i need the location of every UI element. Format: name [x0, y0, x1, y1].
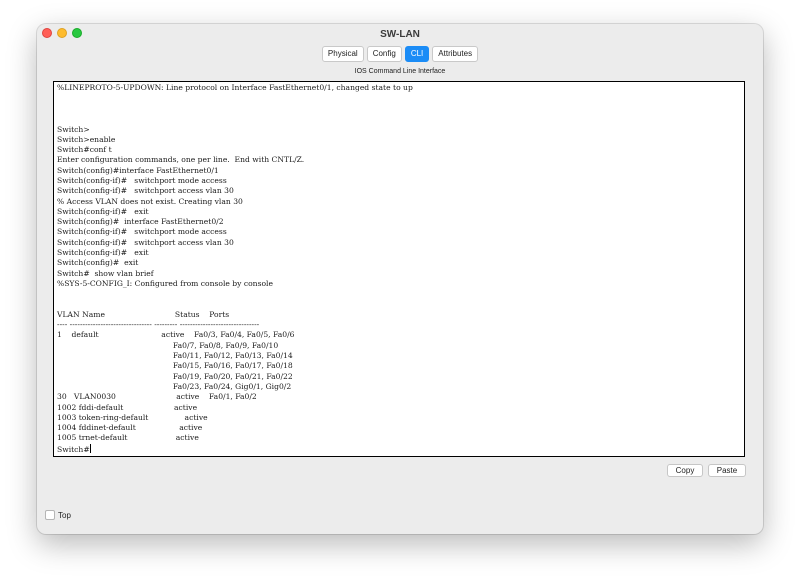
cli-line: Switch(config-if)# switchport access vla… [57, 186, 234, 196]
top-checkbox-label: Top [58, 510, 71, 520]
cli-line: Fa0/15, Fa0/16, Fa0/17, Fa0/18 [172, 361, 293, 371]
tab-bar: Physical Config CLI Attributes [37, 46, 763, 62]
cli-line: Switch(config-if)# switchport mode acces… [57, 227, 227, 237]
window-title: SW-LAN [380, 28, 420, 40]
paste-button[interactable]: Paste [708, 464, 746, 477]
cli-line: 1 default active Fa0/3, Fa0/4, Fa0/5, Fa… [57, 330, 295, 340]
cli-line: Switch>enable [57, 134, 116, 144]
cli-line: Fa0/11, Fa0/12, Fa0/13, Fa0/14 [172, 351, 293, 361]
title-bar: SW-LAN [37, 24, 763, 44]
cli-line: Fa0/7, Fa0/8, Fa0/9, Fa0/10 [172, 340, 279, 350]
cli-line: Switch# show vlan brief [57, 268, 154, 278]
copy-button[interactable]: Copy [667, 464, 703, 477]
cli-line: %SYS-5-CONFIG_I: Configured from console… [57, 278, 273, 288]
window-controls [42, 28, 82, 38]
cli-line: % Access VLAN does not exist. Creating v… [57, 196, 243, 206]
cli-line: 1002 fddi-default active [57, 402, 198, 412]
cli-line: Switch(config-if)# switchport access vla… [57, 237, 234, 247]
cli-line: Switch#conf t [57, 145, 112, 155]
cli-line: ---- -------------------------------- --… [57, 320, 260, 330]
cli-line: Switch(config-if)# exit [57, 206, 149, 216]
cli-line: Fa0/19, Fa0/20, Fa0/21, Fa0/22 [172, 371, 293, 381]
cli-line: %LINEPROTO-5-UPDOWN: Line protocol on In… [57, 83, 413, 93]
close-window-button[interactable] [42, 28, 52, 38]
minimize-window-button[interactable] [57, 28, 67, 38]
cli-line: Switch(config)# interface FastEthernet0/… [57, 217, 224, 227]
cli-header: IOS Command Line Interface [354, 68, 446, 75]
maximize-window-button[interactable] [72, 28, 82, 38]
tab-config[interactable]: Config [366, 46, 402, 62]
cli-line: Switch(config-if)# switchport mode acces… [57, 175, 227, 185]
top-checkbox[interactable] [45, 510, 55, 520]
cli-console[interactable]: %LINK-5-CHANGED: Interface FastEthernet0… [53, 81, 745, 457]
cli-line: 1005 trnet-default active [57, 433, 199, 443]
tab-physical[interactable]: Physical [321, 46, 364, 62]
app-window: SW-LAN Physical Config CLI Attributes IO… [37, 24, 763, 534]
cli-line: Switch(config-if)# exit [57, 248, 149, 258]
cli-line: 1004 fddinet-default active [57, 423, 203, 433]
cli-line: Enter configuration commands, one per li… [57, 155, 305, 165]
cli-output[interactable]: %LINK-5-CHANGED: Interface FastEthernet0… [57, 82, 413, 455]
cli-line: Switch> [57, 124, 90, 134]
cli-line: VLAN Name Status Ports [57, 309, 230, 319]
cli-line: Switch(config)#interface FastEthernet0/1 [57, 165, 219, 175]
cli-line: 1003 token-ring-default active [57, 412, 208, 422]
cli-line: 30 VLAN0030 active Fa0/1, Fa0/2 [57, 392, 257, 402]
tab-attributes[interactable]: Attributes [432, 46, 479, 62]
tab-cli[interactable]: CLI [404, 46, 430, 62]
cli-prompt[interactable]: Switch# [57, 443, 91, 454]
cli-line: Switch(config)# exit [57, 258, 139, 268]
cli-line: Fa0/23, Fa0/24, Gig0/1, Gig0/2 [172, 381, 292, 391]
top-option[interactable]: Top [45, 510, 71, 520]
text-cursor [89, 443, 91, 453]
